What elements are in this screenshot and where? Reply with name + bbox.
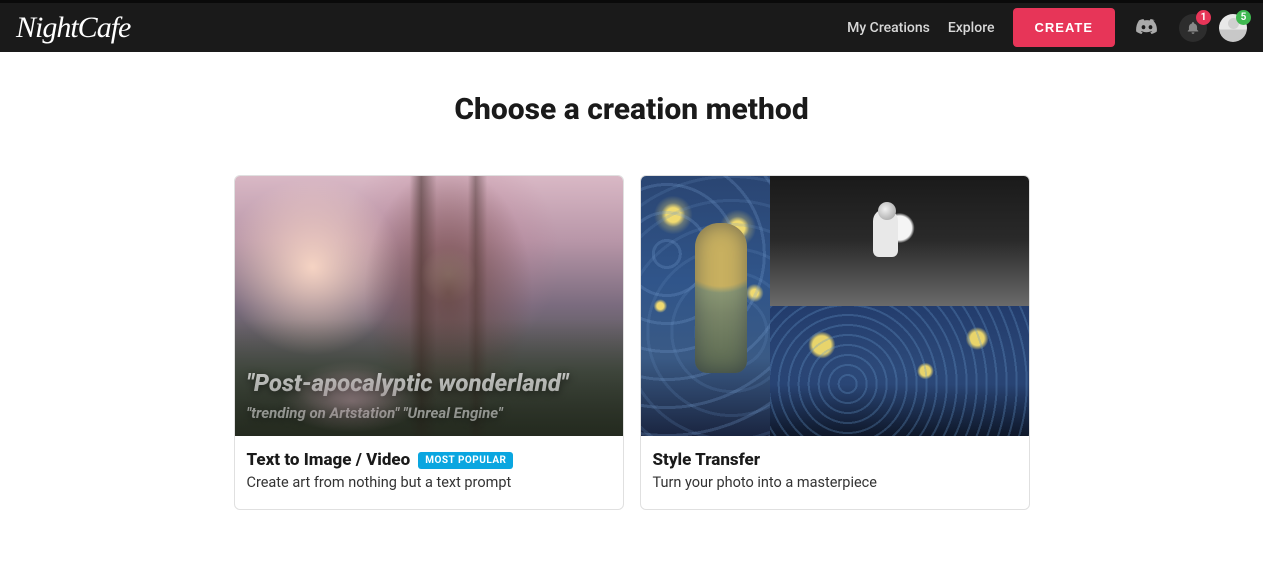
discord-icon: [1135, 16, 1159, 40]
overlay-sub-text: "trending on Artstation" "Unreal Engine": [247, 404, 611, 422]
nav-explore[interactable]: Explore: [948, 20, 995, 36]
logo[interactable]: NightCafe: [16, 11, 130, 45]
card-body: Style Transfer Turn your photo into a ma…: [641, 436, 1029, 509]
notifications-button[interactable]: 1: [1179, 14, 1207, 42]
discord-button[interactable]: [1133, 14, 1161, 42]
card-text-to-image[interactable]: "Post-apocalyptic wonderland" "trending …: [234, 175, 624, 510]
page-title: Choose a creation method: [20, 92, 1243, 127]
main: Choose a creation method "Post-apocalypt…: [0, 52, 1263, 550]
style-result-art: [641, 176, 770, 436]
card-body: Text to Image / Video MOST POPULAR Creat…: [235, 436, 623, 509]
nav-my-creations[interactable]: My Creations: [847, 20, 930, 36]
overlay-caption: "Post-apocalyptic wonderland" "trending …: [247, 370, 611, 422]
style-moon-photo: [770, 176, 1029, 306]
card-title-row: Style Transfer: [653, 450, 1017, 470]
create-button[interactable]: CREATE: [1013, 8, 1115, 47]
most-popular-badge: MOST POPULAR: [418, 452, 513, 469]
header-right: My Creations Explore CREATE 1 5: [847, 8, 1247, 47]
header: NightCafe My Creations Explore CREATE 1 …: [0, 0, 1263, 52]
card-title: Style Transfer: [653, 450, 761, 470]
style-reference-art: [770, 306, 1029, 436]
card-image-t2i: "Post-apocalyptic wonderland" "trending …: [235, 176, 623, 436]
card-title: Text to Image / Video: [247, 450, 411, 470]
notification-badge: 1: [1196, 10, 1211, 25]
card-image-style: [641, 176, 1029, 436]
credits-badge: 5: [1236, 10, 1251, 25]
cards-container: "Post-apocalyptic wonderland" "trending …: [118, 175, 1146, 510]
card-description: Turn your photo into a masterpiece: [653, 474, 1017, 491]
card-description: Create art from nothing but a text promp…: [247, 474, 611, 491]
overlay-main-text: "Post-apocalyptic wonderland": [247, 370, 611, 398]
card-title-row: Text to Image / Video MOST POPULAR: [247, 450, 611, 470]
avatar[interactable]: 5: [1219, 14, 1247, 42]
card-style-transfer[interactable]: Style Transfer Turn your photo into a ma…: [640, 175, 1030, 510]
